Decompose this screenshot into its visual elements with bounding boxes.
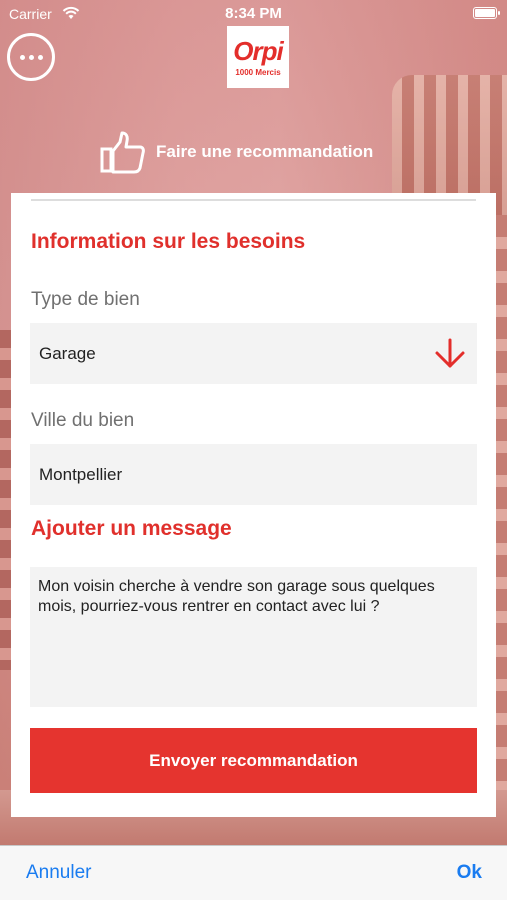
send-recommendation-button[interactable]: Envoyer recommandation <box>30 728 477 793</box>
city-label: Ville du bien <box>31 410 135 431</box>
needs-section-title: Information sur les besoins <box>31 230 306 253</box>
status-bar: Carrier 8:34 PM <box>0 0 507 28</box>
more-dot <box>28 54 34 60</box>
cancel-button[interactable]: Annuler <box>26 862 92 884</box>
status-time: 8:34 PM <box>225 5 282 22</box>
property-type-value: Garage <box>39 343 96 363</box>
page-title-label: Faire une recommandation <box>156 142 374 161</box>
battery-icon <box>473 7 500 19</box>
message-section-title: Ajouter un message <box>31 517 232 540</box>
more-dot <box>37 54 43 60</box>
property-type-select[interactable]: Garage <box>30 323 477 384</box>
logo-subtitle: 1000 Mercis <box>235 67 281 77</box>
logo-word: Orpi <box>233 35 283 66</box>
arrow-down-icon <box>435 338 465 368</box>
divider <box>31 199 476 201</box>
recommendation-form: Information sur les besoins Type de bien… <box>11 193 496 817</box>
background-building-edge <box>495 215 507 815</box>
bottom-toolbar: Annuler Ok <box>0 845 507 900</box>
more-menu-button[interactable] <box>7 33 55 81</box>
city-input[interactable]: Montpellier <box>30 444 477 505</box>
message-textarea[interactable]: Mon voisin cherche à vendre son garage s… <box>30 567 477 707</box>
city-value: Montpellier <box>39 464 123 484</box>
orpi-logo: Orpi 1000 Mercis <box>227 26 289 88</box>
ok-button[interactable]: Ok <box>457 862 482 884</box>
property-type-label: Type de bien <box>31 289 140 310</box>
page-title: Faire une recommandation <box>100 130 373 174</box>
thumbs-up-icon <box>100 131 145 174</box>
more-dots-icon <box>19 54 25 60</box>
